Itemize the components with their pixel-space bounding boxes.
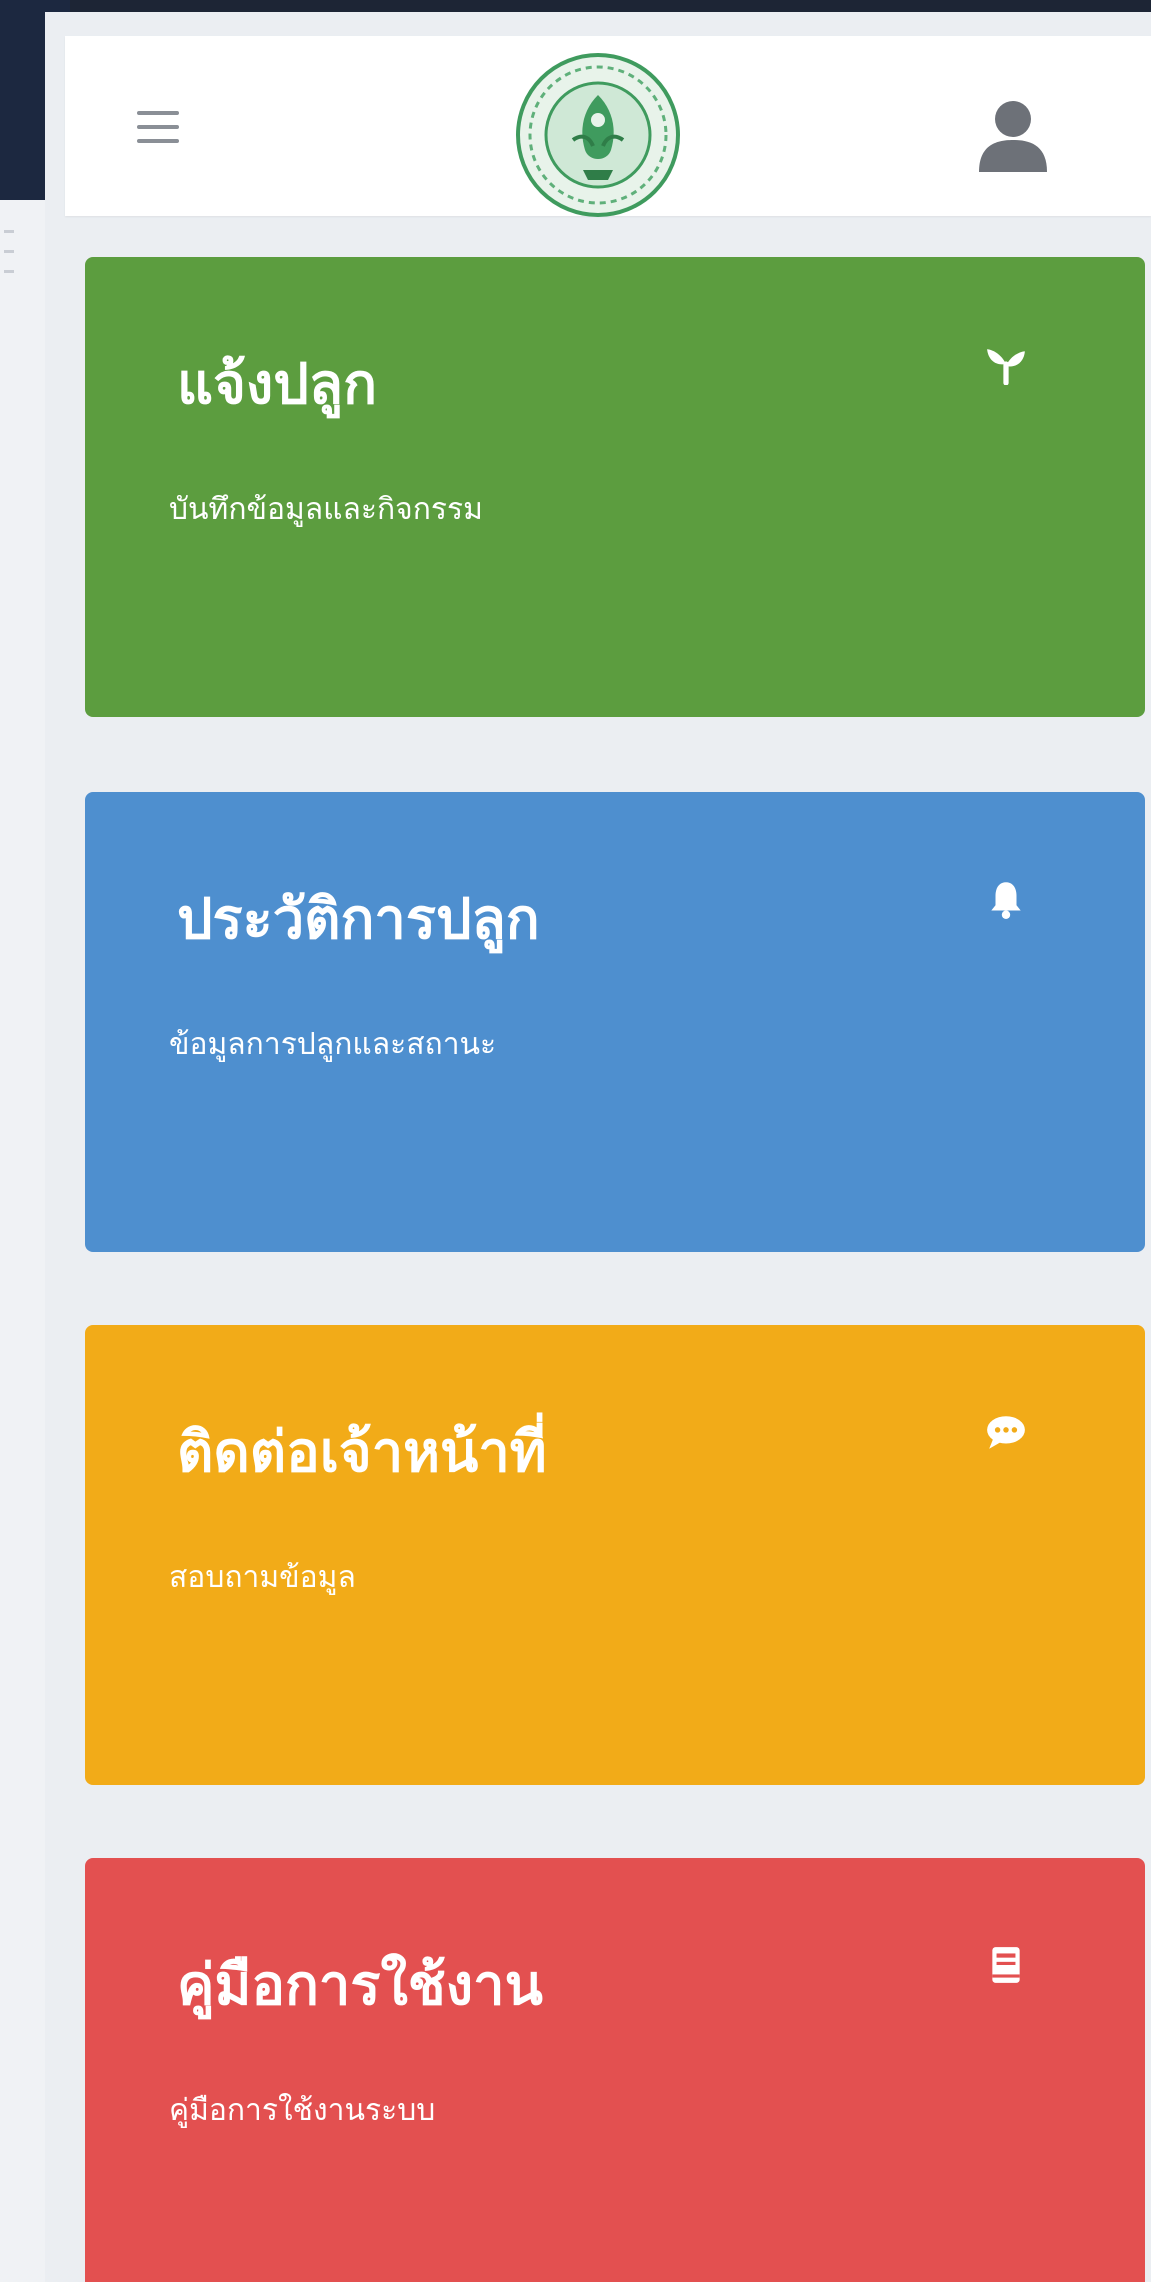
background-faint-mark xyxy=(4,270,14,273)
card-contact-officer[interactable]: ติดต่อเจ้าหน้าที่ สอบถามข้อมูล xyxy=(85,1325,1145,1785)
chat-bubble-icon xyxy=(987,1416,1025,1449)
top-navbar xyxy=(65,36,1151,217)
card-title: ติดต่อเจ้าหน้าที่ xyxy=(177,1420,547,1485)
hamburger-menu-icon[interactable] xyxy=(137,111,179,143)
user-avatar-icon[interactable] xyxy=(973,94,1053,174)
card-user-manual[interactable]: คู่มือการใช้งาน คู่มือการใช้งานระบบ xyxy=(85,1858,1145,2282)
card-title: คู่มือการใช้งาน xyxy=(177,1953,543,2018)
bell-icon xyxy=(991,882,1021,919)
background-faint-mark xyxy=(4,250,14,253)
card-subtitle: สอบถามข้อมูล xyxy=(169,1560,356,1595)
card-planting-history[interactable]: ประวัติการปลูก ข้อมูลการปลูกและสถานะ xyxy=(85,792,1145,1252)
background-left-strip xyxy=(0,200,45,2282)
card-plant-notification[interactable]: แจ้งปลูก บันทึกข้อมูลและกิจกรรม xyxy=(85,257,1145,717)
card-subtitle: คู่มือการใช้งานระบบ xyxy=(169,2093,436,2128)
card-subtitle: บันทึกข้อมูลและกิจกรรม xyxy=(169,492,483,527)
background-faint-mark xyxy=(4,230,14,233)
app-screen: แจ้งปลูก บันทึกข้อมูลและกิจกรรม ประวัติก… xyxy=(45,12,1151,2282)
card-subtitle: ข้อมูลการปลูกและสถานะ xyxy=(169,1027,497,1062)
government-seal-logo[interactable] xyxy=(513,50,683,220)
card-title: ประวัติการปลูก xyxy=(177,887,540,952)
book-icon xyxy=(992,1947,1020,1983)
seedling-icon xyxy=(987,349,1025,385)
card-title: แจ้งปลูก xyxy=(177,352,378,417)
